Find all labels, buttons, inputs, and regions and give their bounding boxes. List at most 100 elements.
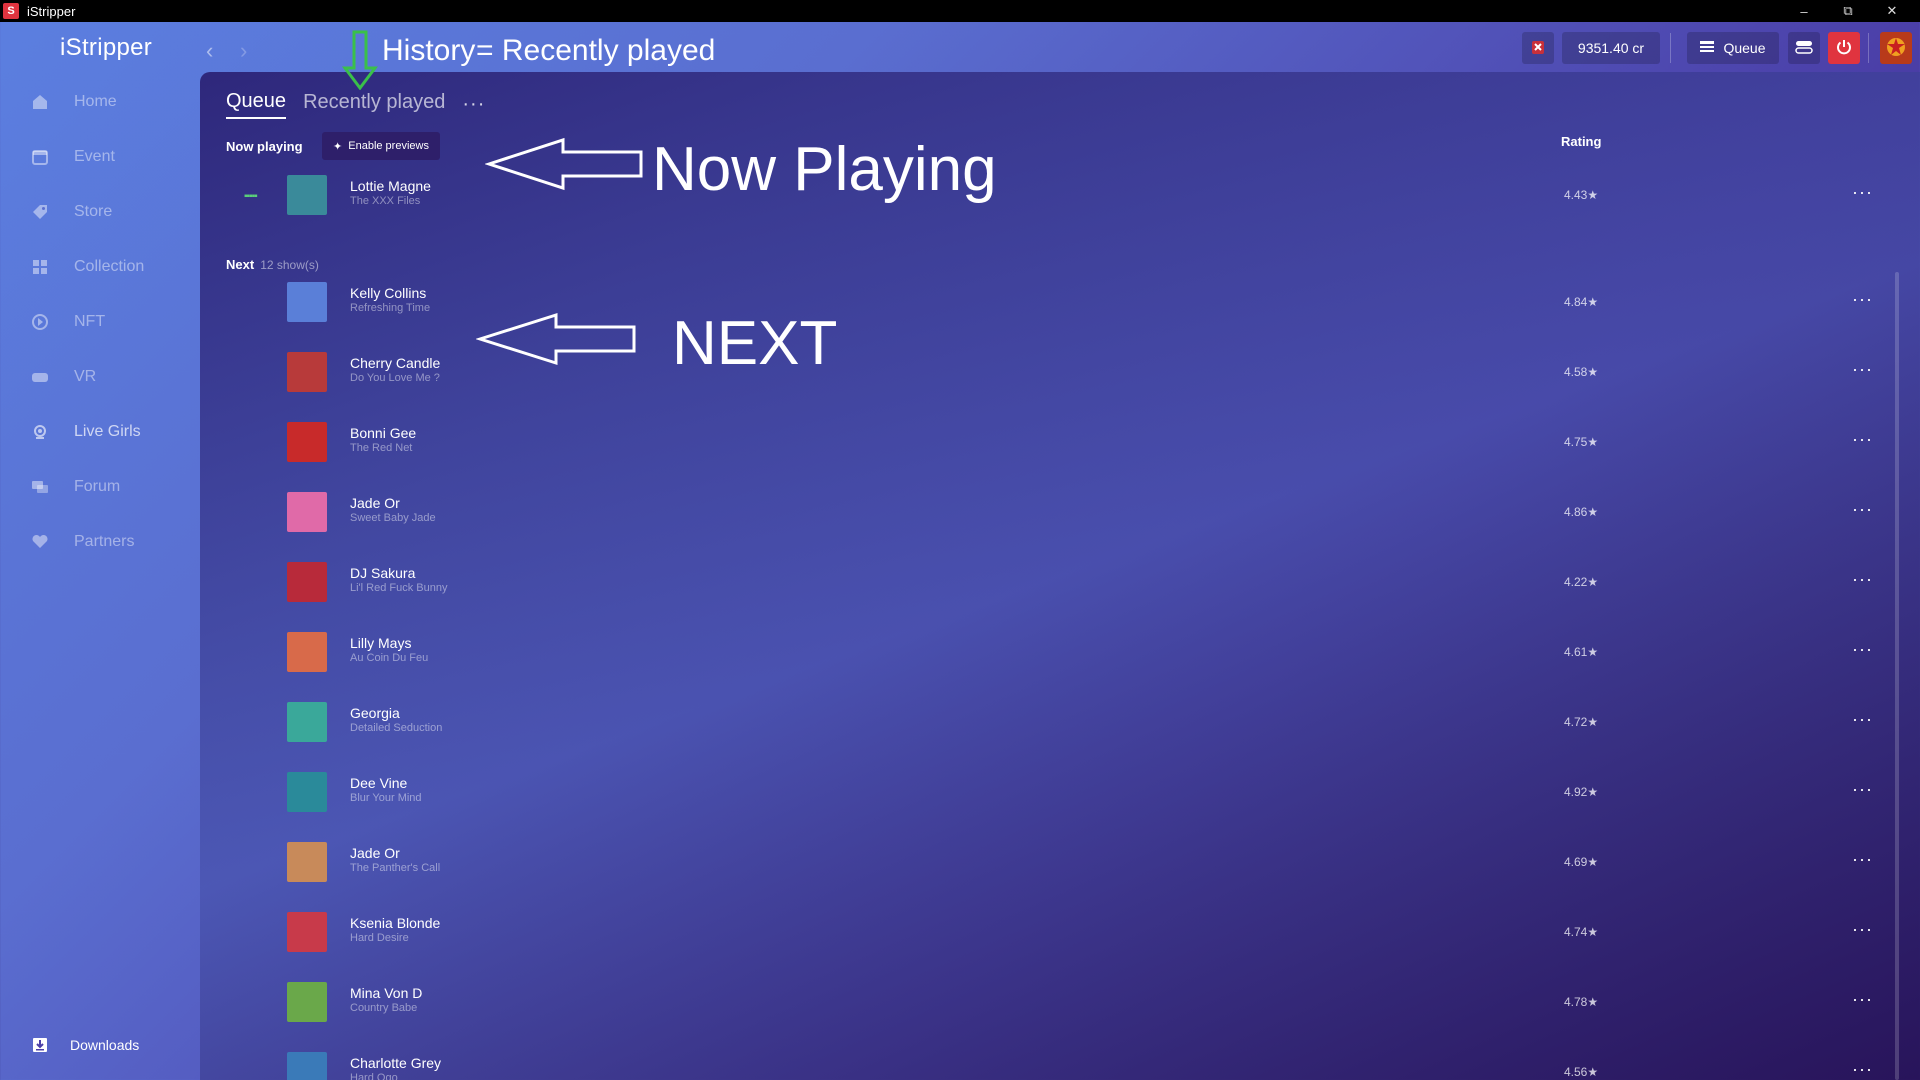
model-name: Georgia <box>350 705 400 721</box>
sidebar-item-store[interactable]: Store <box>30 197 112 227</box>
row-more-button[interactable]: ··· <box>1852 709 1873 730</box>
queue-row[interactable]: Bonni Gee The Red Net 4.75★ ··· <box>200 412 1920 472</box>
sidebar-item-vr[interactable]: VR <box>30 362 96 392</box>
now-playing-row[interactable]: ▪▪▪▪▪ Lottie Magne The XXX Files 4.43★ ·… <box>200 165 1920 225</box>
chat-icon <box>30 477 50 497</box>
show-title: Do You Love Me ? <box>350 372 440 384</box>
back-arrow-icon[interactable]: ‹ <box>206 38 213 64</box>
gift-button[interactable] <box>1522 32 1554 64</box>
tab-queue[interactable]: Queue <box>226 90 287 119</box>
window-title: iStripper <box>27 3 76 19</box>
scrollbar[interactable] <box>1895 272 1899 1080</box>
sidebar-item-collection[interactable]: Collection <box>30 252 144 282</box>
queue-row[interactable]: Jade Or Sweet Baby Jade 4.86★ ··· <box>200 482 1920 542</box>
show-thumbnail <box>287 772 327 812</box>
tab-recently-played[interactable]: Recently played <box>303 91 445 118</box>
show-thumbnail <box>287 562 327 602</box>
row-more-button[interactable]: ··· <box>1852 639 1873 660</box>
model-name: Dee Vine <box>350 775 408 791</box>
queue-row[interactable]: Jade Or The Panther's Call 4.69★ ··· <box>200 832 1920 892</box>
show-title: Detailed Seduction <box>350 722 443 734</box>
row-more-button[interactable]: ··· <box>1852 989 1873 1010</box>
forward-arrow-icon[interactable]: › <box>240 38 247 64</box>
power-button[interactable] <box>1828 32 1860 64</box>
power-icon <box>1835 38 1853 59</box>
sidebar-item-event[interactable]: Event <box>30 142 115 172</box>
sidebar-item-home[interactable]: Home <box>30 87 117 117</box>
model-name: Kelly Collins <box>350 285 427 301</box>
sidebar-item-nft[interactable]: NFT <box>30 307 105 337</box>
rating-value: 4.58★ <box>1564 365 1599 379</box>
rating-column-header: Rating <box>1561 134 1602 149</box>
tag-icon <box>30 202 50 222</box>
rating-value: 4.22★ <box>1564 575 1599 589</box>
heart-icon <box>30 532 50 552</box>
show-thumbnail <box>287 1052 327 1080</box>
queue-button[interactable]: Queue <box>1687 32 1779 64</box>
now-playing-label: Now playing <box>226 139 303 154</box>
sidebar-item-downloads[interactable]: Downloads <box>30 1035 139 1055</box>
sidebar-item-partners[interactable]: Partners <box>30 527 134 557</box>
gift-icon <box>1529 38 1547 59</box>
sidebar-item-label: Collection <box>74 258 145 275</box>
downloads-label: Downloads <box>70 1037 140 1053</box>
row-more-button[interactable]: ··· <box>1852 919 1873 940</box>
model-name: Mina Von D <box>350 985 423 1001</box>
queue-row[interactable]: Kelly Collins Refreshing Time 4.84★ ··· <box>200 272 1920 332</box>
sidebar-item-label: Home <box>74 93 117 110</box>
queue-row[interactable]: Cherry Candle Do You Love Me ? 4.58★ ··· <box>200 342 1920 402</box>
header-divider <box>1868 33 1869 63</box>
queue-row[interactable]: DJ Sakura Li'l Red Fuck Bunny 4.22★ ··· <box>200 552 1920 612</box>
credits-display[interactable]: 9351.40 cr <box>1562 32 1660 64</box>
now-playing-arrow-icon <box>485 137 643 191</box>
show-title: Blur Your Mind <box>350 792 422 804</box>
rating-value: 4.69★ <box>1564 855 1599 869</box>
enable-previews-button[interactable]: ✦ Enable previews <box>322 132 440 160</box>
sidebar-item-forum[interactable]: Forum <box>30 472 120 502</box>
show-title: Hard Ogo <box>350 1072 398 1080</box>
queue-row[interactable]: Charlotte Grey Hard Ogo 4.56★ ··· <box>200 1042 1920 1080</box>
queue-row[interactable]: Lilly Mays Au Coin Du Feu 4.61★ ··· <box>200 622 1920 682</box>
show-thumbnail <box>287 352 327 392</box>
app-logo[interactable]: iStripper <box>60 34 152 62</box>
show-title: Sweet Baby Jade <box>350 512 436 524</box>
show-title: The Panther's Call <box>350 862 441 874</box>
header-divider <box>1670 33 1671 63</box>
show-title: Hard Desire <box>350 932 409 944</box>
show-thumbnail <box>287 842 327 882</box>
row-more-button[interactable]: ··· <box>1852 569 1873 590</box>
row-more-button[interactable]: ··· <box>1852 429 1873 450</box>
history-annotation: History <box>382 34 476 67</box>
queue-row[interactable]: Georgia Detailed Seduction 4.72★ ··· <box>200 692 1920 752</box>
row-more-button[interactable]: ··· <box>1852 289 1873 310</box>
sidebar-item-live-girls[interactable]: Live Girls <box>30 417 141 447</box>
rating-value: 4.74★ <box>1564 925 1599 939</box>
rating-value: 4.43★ <box>1564 188 1599 202</box>
row-more-button[interactable]: ··· <box>1852 499 1873 520</box>
row-more-button[interactable]: ··· <box>1852 849 1873 870</box>
queue-row[interactable]: Dee Vine Blur Your Mind 4.92★ ··· <box>200 762 1920 822</box>
tabs-more-button[interactable]: ··· <box>462 93 485 116</box>
avatar[interactable] <box>1880 32 1912 64</box>
sidebar-item-label: Partners <box>74 533 135 550</box>
row-more-button[interactable]: ··· <box>1852 359 1873 380</box>
toggle-button[interactable] <box>1788 32 1820 64</box>
model-name: Charlotte Grey <box>350 1055 442 1071</box>
model-name: Lottie Magne <box>350 178 431 194</box>
playing-equalizer-icon: ▪▪▪▪▪ <box>244 191 258 202</box>
model-name: Ksenia Blonde <box>350 915 441 931</box>
rating-value: 4.92★ <box>1564 785 1599 799</box>
restore-icon[interactable]: ⧉ <box>1826 0 1870 22</box>
close-icon[interactable]: ✕ <box>1870 0 1914 22</box>
show-thumbnail <box>287 282 327 322</box>
sidebar-item-label: VR <box>74 368 97 385</box>
queue-row[interactable]: Ksenia Blonde Hard Desire 4.74★ ··· <box>200 902 1920 962</box>
model-name: Bonni Gee <box>350 425 417 441</box>
row-more-button[interactable]: ··· <box>1852 779 1873 800</box>
row-more-button[interactable]: ··· <box>1852 182 1873 203</box>
show-thumbnail <box>287 632 327 672</box>
home-icon <box>30 92 50 112</box>
row-more-button[interactable]: ··· <box>1852 1059 1873 1080</box>
queue-row[interactable]: Mina Von D Country Babe 4.78★ ··· <box>200 972 1920 1032</box>
minimize-icon[interactable]: – <box>1782 0 1826 22</box>
